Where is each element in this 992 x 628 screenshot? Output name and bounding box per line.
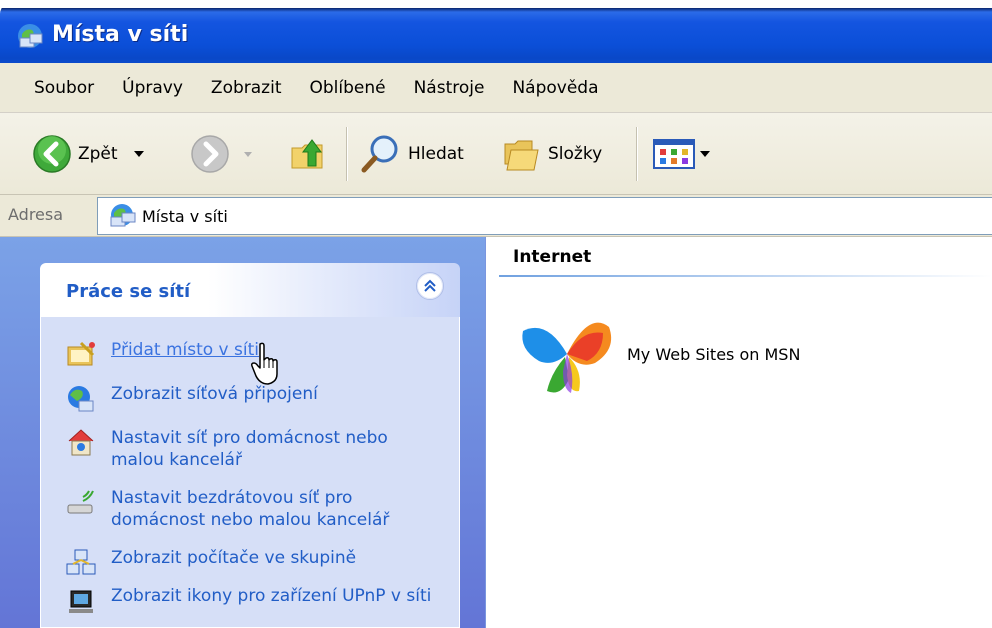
section-header-internet: Internet [513,247,592,267]
task-wireless-network[interactable]: Nastavit bezdrátovou síť pro domácnost n… [65,487,441,531]
collapse-button[interactable] [416,272,444,300]
task-label[interactable]: Nastavit bezdrátovou síť pro domácnost n… [111,487,441,531]
msn-butterfly-icon [522,322,612,393]
workgroup-computers-icon [66,549,96,575]
task-home-network[interactable]: Nastavit síť pro domácnost nebo malou ka… [65,427,441,471]
title-bar[interactable]: Místa v síti [0,0,992,63]
chevron-up-icon [424,279,436,292]
group-header[interactable]: Práce se sítí [40,263,460,317]
forward-button[interactable] [190,124,252,184]
menu-view[interactable]: Zobrazit [197,72,296,104]
hand-cursor-icon [251,342,278,385]
views-icon [653,139,695,169]
views-button[interactable] [652,124,710,184]
menu-tools[interactable]: Nástroje [400,72,499,104]
menu-favorites[interactable]: Oblíbené [295,72,399,104]
address-label: Adresa [8,205,64,224]
window-title: Místa v síti [52,22,189,47]
folders-label: Složky [548,144,603,164]
forward-dropdown-icon[interactable] [244,151,252,157]
task-label[interactable]: Zobrazit síťová připojení [111,383,441,405]
toolbar-separator [346,127,348,181]
home-network-icon [68,429,94,456]
task-label[interactable]: Zobrazit počítače ve skupině [111,547,441,569]
back-button[interactable]: Zpět [32,124,144,184]
task-network-connections[interactable]: Zobrazit síťová připojení [65,383,441,415]
task-label[interactable]: Zobrazit ikony pro zařízení UPnP v síti [111,585,441,607]
group-title: Práce se sítí [66,281,191,302]
menu-edit[interactable]: Úpravy [108,72,197,104]
task-label[interactable]: Nastavit síť pro domácnost nebo malou ka… [111,427,441,471]
up-folder-icon [291,139,323,169]
search-label: Hledat [408,144,464,164]
content-area: Internet My Web Sites on MSN [487,237,992,628]
address-value: Místa v síti [142,206,228,226]
network-places-icon [18,24,43,48]
address-bar: Adresa Místa v síti [0,195,992,237]
network-place-item[interactable]: My Web Sites on MSN [517,309,800,399]
network-tasks-group: Práce se sítí Přidat místo v síti Zobraz… [40,263,460,628]
section-divider [499,275,992,277]
search-button[interactable]: Hledat [358,124,464,184]
network-places-icon [110,204,136,227]
toolbar: Zpět Hledat Složky [0,113,992,195]
folders-button[interactable]: Složky [502,124,602,184]
task-workgroup-computers[interactable]: Zobrazit počítače ve skupině [65,547,441,579]
task-upnp-devices[interactable]: Zobrazit ikony pro zařízení UPnP v síti [65,585,441,617]
item-label: My Web Sites on MSN [627,344,801,364]
up-folder-button[interactable] [288,124,328,184]
views-dropdown-icon[interactable] [700,151,710,157]
add-network-place-icon [67,341,95,366]
back-label: Zpět [78,144,118,164]
menu-file[interactable]: Soubor [0,72,108,104]
wireless-network-icon [67,490,94,514]
menu-bar: Soubor Úpravy Zobrazit Oblíbené Nástroje… [0,63,992,113]
folders-icon [504,140,539,171]
task-pane: Práce se sítí Přidat místo v síti Zobraz… [0,237,486,628]
address-field[interactable]: Místa v síti [97,197,992,235]
back-dropdown-icon[interactable] [133,151,144,157]
toolbar-separator [636,127,638,181]
search-icon [361,135,398,173]
upnp-device-icon [69,590,93,613]
menu-help[interactable]: Nápověda [498,72,612,104]
back-arrow-icon [33,135,71,173]
network-connections-icon [68,386,94,412]
forward-arrow-icon [191,135,229,173]
